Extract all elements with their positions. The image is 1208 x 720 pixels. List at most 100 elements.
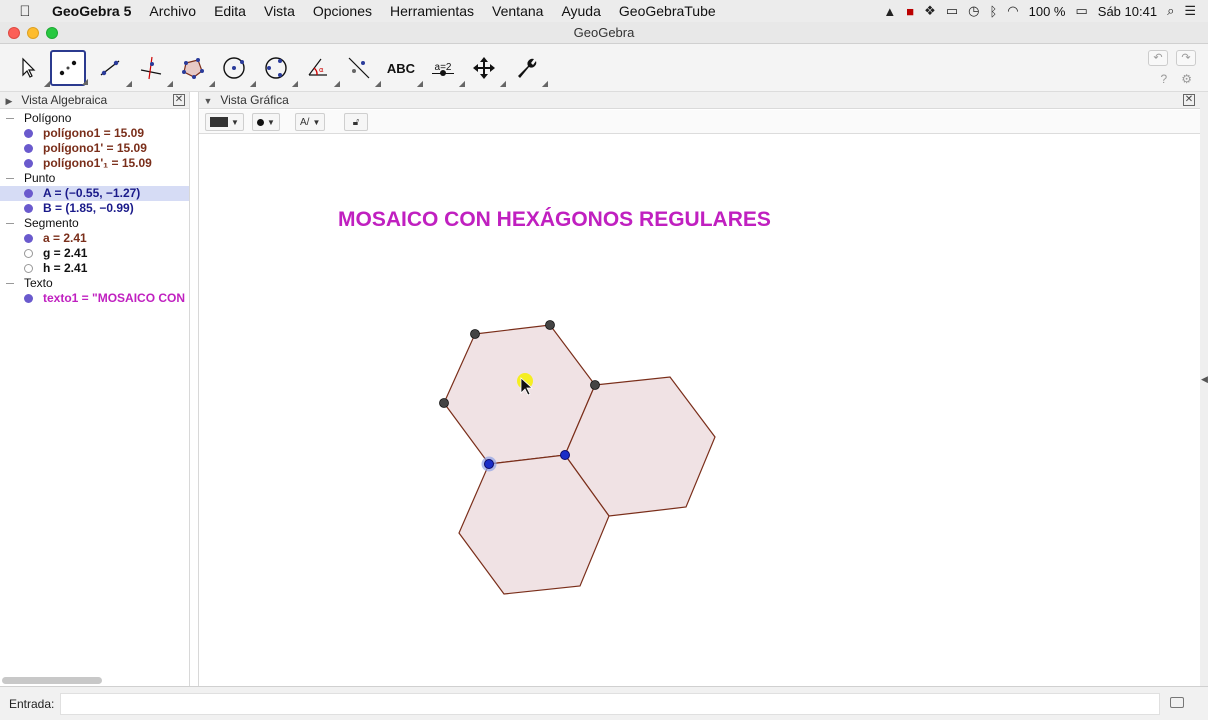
algebra-list: Polígono polígono1 = 15.09 polígono1' = 15… [0, 109, 189, 306]
menu-archivo[interactable]: Archivo [140, 3, 205, 19]
polygon-tool-button[interactable]: ◢ [175, 50, 215, 88]
gear-icon[interactable]: ⚙ [1181, 72, 1192, 86]
conic-tool-button[interactable]: ◢ [258, 50, 298, 88]
move-view-tool-button[interactable]: ◢ [466, 50, 506, 88]
help-icon[interactable]: ? [1161, 72, 1168, 86]
algebra-category[interactable]: Polígono [0, 111, 189, 126]
airplay-icon[interactable]: ▭ [946, 3, 958, 19]
horizontal-scrollbar[interactable] [2, 677, 102, 684]
battery-percent: 100 % [1028, 3, 1066, 19]
right-panel-toggle[interactable]: ◀ [1200, 92, 1208, 686]
algebra-row[interactable]: g = 2.41 [0, 246, 189, 261]
visibility-toggle-icon[interactable] [24, 189, 33, 198]
redo-icon[interactable]: ↷ [1176, 50, 1196, 66]
algebra-row-text: polígono1 = 15.09 [43, 126, 145, 140]
collapse-dash-icon[interactable] [6, 178, 14, 179]
circle-tool-button[interactable]: ◢ [216, 50, 256, 88]
visibility-toggle-icon[interactable] [24, 204, 33, 213]
window-close-button[interactable] [8, 27, 20, 39]
wifi-icon[interactable]: ◠ [1007, 3, 1018, 19]
collapse-dash-icon[interactable] [6, 283, 14, 284]
style-bar: ▼ ▼ A/▼ 🔓︎ [199, 110, 1200, 134]
algebra-row[interactable]: A = (−0.55, −1.27) [0, 186, 189, 201]
collapse-dash-icon[interactable] [6, 223, 14, 224]
reflect-tool-icon [348, 57, 370, 79]
collapse-arrow-icon[interactable]: ▶ [0, 93, 18, 110]
bluetooth-icon[interactable]: ᛒ [989, 4, 997, 19]
command-input-field[interactable] [60, 693, 1160, 715]
point-b[interactable] [560, 450, 570, 460]
point-style-button[interactable]: ▼ [252, 113, 280, 131]
algebra-row[interactable]: polígono1'₁ = 15.09 [0, 156, 189, 171]
vertex-point[interactable] [590, 380, 600, 390]
close-icon[interactable]: ✕ [1183, 94, 1195, 106]
point-a[interactable] [484, 459, 494, 469]
reflect-tool-button[interactable]: ◢ [341, 50, 381, 88]
conic-tool-icon [265, 57, 287, 79]
input-bar: Entrada: [0, 686, 1208, 720]
notification-center-icon[interactable]: ☰ [1184, 3, 1196, 19]
lock-button[interactable]: 🔓︎ [344, 113, 368, 131]
undo-icon[interactable]: ↶ [1148, 50, 1168, 66]
visibility-toggle-icon[interactable] [24, 159, 33, 168]
perpendicular-tool-button[interactable]: ◢ [133, 50, 173, 88]
algebra-row[interactable]: polígono1 = 15.09 [0, 126, 189, 141]
menu-vista[interactable]: Vista [255, 3, 304, 19]
menu-opciones[interactable]: Opciones [304, 3, 381, 19]
visibility-toggle-icon[interactable] [24, 234, 33, 243]
collapse-dash-icon[interactable] [6, 118, 14, 119]
label-style-button[interactable]: A/▼ [295, 113, 326, 131]
visibility-toggle-icon[interactable] [24, 264, 33, 273]
chevron-down-icon: ▼ [312, 117, 321, 127]
algebra-row[interactable]: polígono1' = 15.09 [0, 141, 189, 156]
clock[interactable]: Sáb 10:41 [1098, 4, 1157, 19]
app-menu[interactable]: GeoGebra 5 [50, 3, 140, 19]
dropbox-icon[interactable]: ❖ [924, 3, 936, 19]
keyboard-icon[interactable] [1170, 697, 1184, 708]
menu-herramientas[interactable]: Herramientas [381, 3, 483, 19]
color-picker-button[interactable]: ▼ [205, 113, 244, 131]
slider-tool-button[interactable]: a=2 ◢ [425, 50, 465, 88]
vertex-point[interactable] [470, 329, 480, 339]
battery-icon[interactable]: ▭ [1075, 3, 1087, 19]
algebra-row[interactable]: h = 2.41 [0, 261, 189, 276]
vertex-point[interactable] [545, 320, 555, 330]
drawing-canvas[interactable]: MOSAICO CON HEXÁGONOS REGULARES [199, 135, 1200, 686]
algebra-row-text: B = (1.85, −0.99) [43, 201, 134, 215]
visibility-toggle-icon[interactable] [24, 294, 33, 303]
collapse-arrow-icon[interactable]: ▼ [199, 93, 217, 110]
close-icon[interactable]: ✕ [173, 94, 185, 106]
text-tool-button[interactable]: ABC ◢ [383, 50, 423, 89]
recorder-icon[interactable]: ■ [906, 4, 914, 19]
algebra-row[interactable]: a = 2.41 [0, 231, 189, 246]
vertex-point[interactable] [439, 398, 449, 408]
move-tool-button[interactable]: ◢ [10, 50, 50, 88]
menu-geogebratube[interactable]: GeoGebraTube [610, 3, 725, 19]
drive-icon[interactable]: ▲ [883, 4, 896, 19]
window-maximize-button[interactable] [46, 27, 58, 39]
settings-tool-button[interactable]: ◢ [508, 50, 548, 88]
angle-tool-button[interactable]: α ◢ [300, 50, 340, 88]
menu-ventana[interactable]: Ventana [483, 3, 552, 19]
time-machine-icon[interactable]: ◷ [968, 3, 979, 19]
spotlight-search-icon[interactable]: ⌕ [1167, 3, 1174, 19]
visibility-toggle-icon[interactable] [24, 144, 33, 153]
canvas-title-text[interactable]: MOSAICO CON HEXÁGONOS REGULARES [338, 208, 771, 231]
visibility-toggle-icon[interactable] [24, 129, 33, 138]
line-tool-button[interactable]: ◢ [92, 50, 132, 88]
menu-edita[interactable]: Edita [205, 3, 255, 19]
algebra-category[interactable]: Punto [0, 171, 189, 186]
algebra-category[interactable]: Texto [0, 276, 189, 291]
algebra-row[interactable]: texto1 = "MOSAICO CON [0, 291, 189, 306]
algebra-category-label: Segmento [24, 216, 79, 230]
angle-tool-icon: α [308, 58, 327, 76]
window-minimize-button[interactable] [27, 27, 39, 39]
algebra-row[interactable]: B = (1.85, −0.99) [0, 201, 189, 216]
color-swatch-icon [210, 117, 228, 127]
algebra-category[interactable]: Segmento [0, 216, 189, 231]
algebra-view-title: Vista Algebraica [21, 93, 108, 107]
visibility-toggle-icon[interactable] [24, 249, 33, 258]
apple-menu-icon[interactable]:  [0, 3, 50, 20]
menu-ayuda[interactable]: Ayuda [552, 3, 609, 19]
point-tool-button[interactable]: ◢ [50, 50, 88, 86]
